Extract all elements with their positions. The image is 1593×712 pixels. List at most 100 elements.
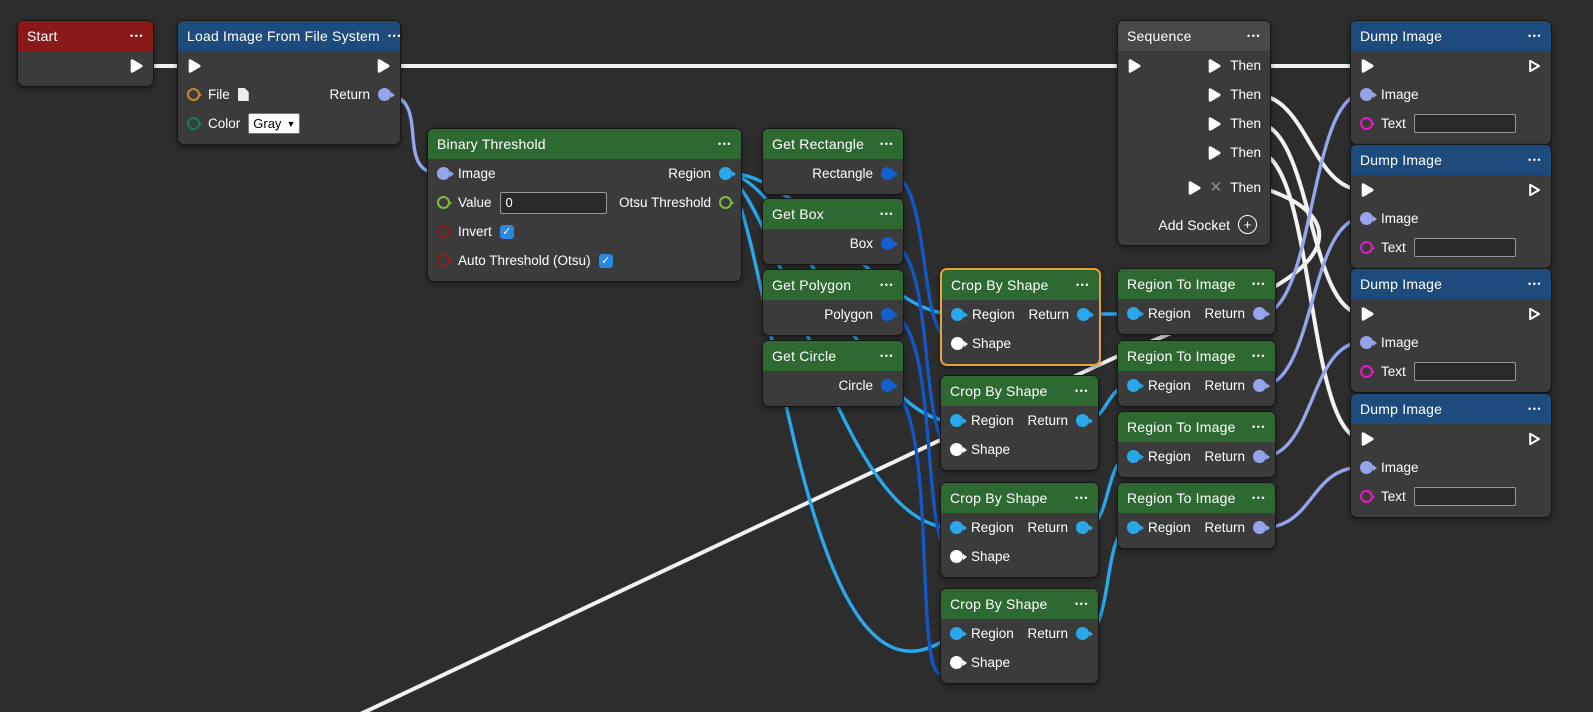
socket-return[interactable] <box>1253 307 1266 320</box>
socket-invert[interactable] <box>437 225 450 238</box>
exec-pin[interactable] <box>1207 145 1222 161</box>
socket-image[interactable] <box>1360 88 1373 101</box>
socket-image[interactable] <box>1360 336 1373 349</box>
socket-text[interactable] <box>1360 490 1373 503</box>
exec-pin[interactable] <box>1187 180 1202 196</box>
node-header[interactable]: Region To Image••• <box>1118 412 1275 442</box>
node-binary-threshold[interactable]: Binary Threshold•••ImageRegionValueOtsu … <box>427 128 742 282</box>
node-region-to-image-1[interactable]: Region To Image•••RegionReturn <box>1117 268 1276 335</box>
socket-image[interactable] <box>1360 461 1373 474</box>
socket-region[interactable] <box>1127 521 1140 534</box>
node-header[interactable]: Get Polygon••• <box>763 270 903 300</box>
node-region-to-image-2[interactable]: Region To Image•••RegionReturn <box>1117 340 1276 407</box>
socket-shape[interactable] <box>950 656 963 669</box>
node-header[interactable]: Region To Image••• <box>1118 269 1275 299</box>
exec-pin[interactable] <box>1527 182 1542 198</box>
node-header[interactable]: Dump Image••• <box>1351 145 1551 175</box>
socket-region[interactable] <box>1127 450 1140 463</box>
socket-return[interactable] <box>378 88 391 101</box>
menu-dots-icon[interactable]: ••• <box>388 32 402 41</box>
menu-dots-icon[interactable]: ••• <box>1252 280 1266 289</box>
socket-shape[interactable] <box>950 443 963 456</box>
socket-circle[interactable] <box>881 379 894 392</box>
menu-dots-icon[interactable]: ••• <box>1528 280 1542 289</box>
socket-region[interactable] <box>1127 307 1140 320</box>
menu-dots-icon[interactable]: ••• <box>1075 494 1089 503</box>
invert-checkbox[interactable]: ✓ <box>500 225 514 239</box>
text-input[interactable] <box>1414 238 1516 257</box>
exec-pin[interactable] <box>1207 87 1222 103</box>
node-dump-image-2[interactable]: Dump Image•••ImageText <box>1350 144 1552 269</box>
node-get-box[interactable]: Get Box•••Box <box>762 198 904 265</box>
node-region-to-image-4[interactable]: Region To Image•••RegionReturn <box>1117 482 1276 549</box>
node-crop-by-shape-3[interactable]: Crop By Shape•••RegionReturnShape <box>940 482 1099 578</box>
node-header[interactable]: Dump Image••• <box>1351 394 1551 424</box>
auto-threshold-otsu--checkbox[interactable]: ✓ <box>599 254 613 268</box>
socket-region[interactable] <box>950 627 963 640</box>
exec-pin[interactable] <box>187 58 202 74</box>
menu-dots-icon[interactable]: ••• <box>1075 600 1089 609</box>
socket-shape[interactable] <box>950 550 963 563</box>
menu-dots-icon[interactable]: ••• <box>1528 405 1542 414</box>
node-header[interactable]: Region To Image••• <box>1118 483 1275 513</box>
text-input[interactable] <box>1414 487 1516 506</box>
node-start[interactable]: Start••• <box>17 20 154 87</box>
node-header[interactable]: Get Rectangle••• <box>763 129 903 159</box>
menu-dots-icon[interactable]: ••• <box>1076 281 1090 290</box>
socket-region[interactable] <box>950 414 963 427</box>
menu-dots-icon[interactable]: ••• <box>880 210 894 219</box>
node-crop-by-shape-2[interactable]: Crop By Shape•••RegionReturnShape <box>940 375 1099 471</box>
exec-pin[interactable] <box>1207 58 1222 74</box>
socket-box[interactable] <box>881 237 894 250</box>
menu-dots-icon[interactable]: ••• <box>880 281 894 290</box>
menu-dots-icon[interactable]: ••• <box>718 140 732 149</box>
socket-shape[interactable] <box>951 337 964 350</box>
menu-dots-icon[interactable]: ••• <box>1075 387 1089 396</box>
socket-text[interactable] <box>1360 365 1373 378</box>
node-header[interactable]: Start••• <box>18 21 153 51</box>
node-header[interactable]: Get Box••• <box>763 199 903 229</box>
add-socket-plus-icon[interactable]: + <box>1238 215 1257 234</box>
socket-value[interactable] <box>437 196 450 209</box>
node-header[interactable]: Crop By Shape••• <box>941 589 1098 619</box>
socket-file[interactable] <box>187 88 200 101</box>
node-header[interactable]: Dump Image••• <box>1351 21 1551 51</box>
socket-return[interactable] <box>1253 379 1266 392</box>
node-header[interactable]: Get Circle••• <box>763 341 903 371</box>
menu-dots-icon[interactable]: ••• <box>1252 352 1266 361</box>
node-header[interactable]: Binary Threshold••• <box>428 129 741 159</box>
socket-polygon[interactable] <box>881 308 894 321</box>
menu-dots-icon[interactable]: ••• <box>880 140 894 149</box>
exec-pin[interactable] <box>1207 116 1222 132</box>
node-crop-by-shape-1[interactable]: Crop By Shape•••RegionReturnShape <box>940 268 1101 366</box>
node-dump-image-1[interactable]: Dump Image•••ImageText <box>1350 20 1552 145</box>
node-header[interactable]: Dump Image••• <box>1351 269 1551 299</box>
socket-return[interactable] <box>1253 450 1266 463</box>
socket-region[interactable] <box>951 308 964 321</box>
socket-return[interactable] <box>1076 627 1089 640</box>
exec-pin[interactable] <box>1360 431 1375 447</box>
text-input[interactable] <box>1414 114 1516 133</box>
remove-socket-icon[interactable]: ✕ <box>1210 180 1223 195</box>
exec-pin[interactable] <box>1527 58 1542 74</box>
menu-dots-icon[interactable]: ••• <box>1528 32 1542 41</box>
node-get-circle[interactable]: Get Circle•••Circle <box>762 340 904 407</box>
value-input[interactable] <box>500 192 607 214</box>
socket-return[interactable] <box>1253 521 1266 534</box>
node-header[interactable]: Load Image From File System••• <box>178 21 400 51</box>
node-header[interactable]: Crop By Shape••• <box>941 483 1098 513</box>
node-dump-image-4[interactable]: Dump Image•••ImageText <box>1350 393 1552 518</box>
node-region-to-image-3[interactable]: Region To Image•••RegionReturn <box>1117 411 1276 478</box>
socket-otsu-threshold[interactable] <box>719 196 732 209</box>
socket-rectangle[interactable] <box>881 167 894 180</box>
menu-dots-icon[interactable]: ••• <box>1247 32 1261 41</box>
add-socket-row[interactable]: Add Socket+ <box>1118 210 1270 239</box>
socket-color[interactable] <box>187 117 200 130</box>
socket-return[interactable] <box>1077 308 1090 321</box>
socket-region[interactable] <box>1127 379 1140 392</box>
node-load-image[interactable]: Load Image From File System•••FileReturn… <box>177 20 401 145</box>
socket-return[interactable] <box>1076 414 1089 427</box>
node-get-polygon[interactable]: Get Polygon•••Polygon <box>762 269 904 336</box>
node-dump-image-3[interactable]: Dump Image•••ImageText <box>1350 268 1552 393</box>
node-header[interactable]: Region To Image••• <box>1118 341 1275 371</box>
